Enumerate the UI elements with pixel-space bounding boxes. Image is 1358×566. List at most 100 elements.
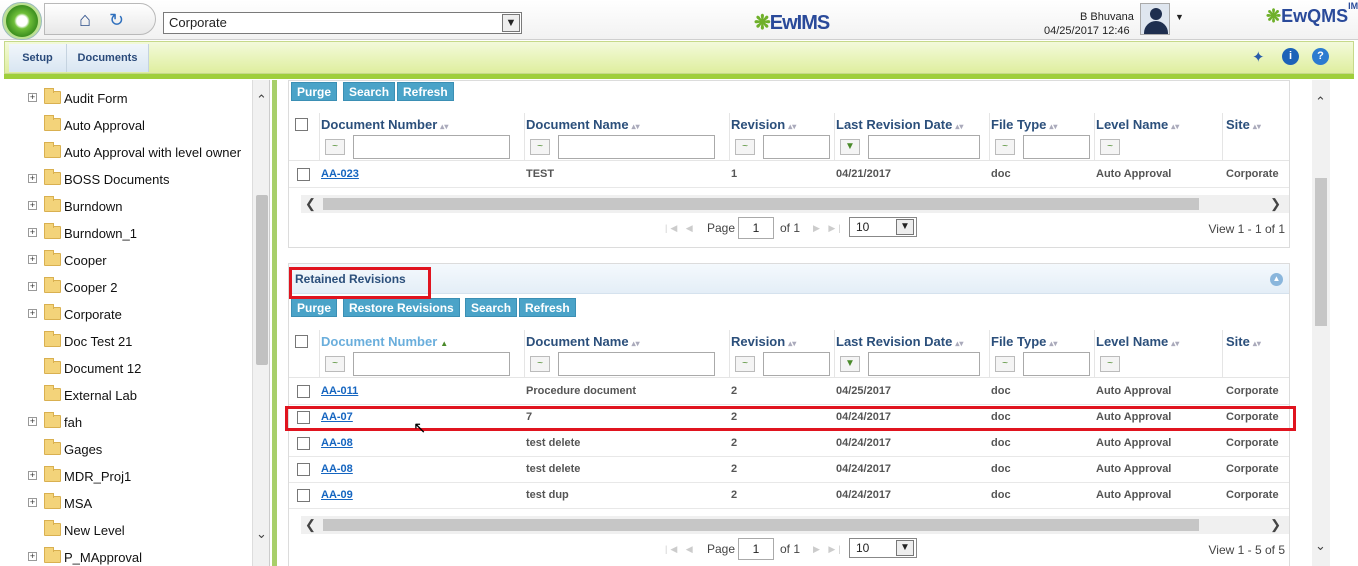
column-header[interactable]: Document Name ▴▾ bbox=[526, 334, 640, 349]
refresh-icon[interactable]: ↻ bbox=[109, 10, 124, 30]
sort-icon[interactable]: ▴▾ bbox=[632, 122, 640, 131]
scroll-down-icon[interactable]: ⌄ bbox=[256, 526, 267, 542]
column-header[interactable]: Site ▴▾ bbox=[1226, 117, 1261, 132]
sidebar-scrollbar[interactable]: ⌃ ⌄ bbox=[252, 80, 269, 566]
horizontal-scrollbar[interactable]: ❮ ❯ bbox=[301, 516, 1289, 534]
sidebar-scroll-thumb[interactable] bbox=[256, 195, 268, 365]
tree-item[interactable]: Document 12 bbox=[4, 357, 254, 384]
filter-input[interactable] bbox=[1023, 135, 1090, 159]
tree-item[interactable]: + MDR_Proj1 bbox=[4, 465, 254, 492]
next-last-page-icons[interactable]: ▶ ▶| bbox=[813, 544, 844, 555]
filter-operator-icon[interactable]: ~ bbox=[995, 139, 1015, 155]
sort-icon[interactable]: ▴▾ bbox=[1049, 339, 1057, 348]
expand-icon[interactable]: + bbox=[28, 309, 37, 318]
filter-input[interactable] bbox=[763, 135, 830, 159]
filter-operator-icon[interactable]: ~ bbox=[325, 356, 345, 372]
next-last-page-icons[interactable]: ▶ ▶| bbox=[813, 223, 844, 234]
filter-input[interactable] bbox=[868, 135, 980, 159]
scroll-thumb[interactable] bbox=[323, 198, 1199, 210]
refresh-button[interactable]: Refresh bbox=[397, 82, 454, 101]
page-size-select[interactable]: 10 ▼ bbox=[849, 217, 917, 237]
refresh-button[interactable]: Refresh bbox=[519, 298, 576, 317]
filter-operator-icon[interactable]: ▼ bbox=[840, 139, 860, 155]
expand-icon[interactable]: + bbox=[28, 228, 37, 237]
tree-item[interactable]: New Level bbox=[4, 519, 254, 546]
scroll-down-icon[interactable]: ⌄ bbox=[1315, 538, 1326, 554]
table-row[interactable]: AA-011 Procedure document 2 04/25/2017 doc Au… bbox=[289, 379, 1289, 405]
scroll-up-icon[interactable]: ⌃ bbox=[1315, 94, 1326, 110]
tree-item[interactable]: + Burndown_1 bbox=[4, 222, 254, 249]
sort-icon[interactable]: ▴▾ bbox=[1253, 122, 1261, 131]
expand-icon[interactable]: + bbox=[28, 498, 37, 507]
filter-operator-icon[interactable]: ~ bbox=[995, 356, 1015, 372]
page-input[interactable]: 1 bbox=[738, 538, 774, 560]
menu-documents[interactable]: Documents bbox=[67, 44, 149, 72]
filter-input[interactable] bbox=[353, 135, 510, 159]
column-header[interactable]: File Type ▴▾ bbox=[991, 117, 1057, 132]
row-checkbox[interactable] bbox=[297, 168, 310, 181]
scroll-left-icon[interactable]: ❮ bbox=[305, 517, 316, 533]
expand-icon[interactable]: + bbox=[28, 201, 37, 210]
info-icon[interactable]: i bbox=[1282, 48, 1299, 65]
table-row[interactable]: AA-023 TEST 1 04/21/2017 doc Auto Approval Cor… bbox=[289, 162, 1289, 188]
scroll-right-icon[interactable]: ❯ bbox=[1270, 196, 1281, 212]
purge-button[interactable]: Purge bbox=[291, 298, 338, 317]
column-header[interactable]: Revision ▴▾ bbox=[731, 334, 796, 349]
sort-icon[interactable]: ▴▾ bbox=[788, 122, 796, 131]
tree-item[interactable]: + Burndown bbox=[4, 195, 254, 222]
tree-item[interactable]: Doc Test 21 bbox=[4, 330, 254, 357]
splitter[interactable] bbox=[272, 80, 277, 566]
restore-revisions-button[interactable]: Restore Revisions bbox=[343, 298, 460, 317]
filter-input[interactable] bbox=[558, 352, 715, 376]
filter-operator-icon[interactable]: ▼ bbox=[840, 356, 860, 372]
scroll-left-icon[interactable]: ❮ bbox=[305, 196, 316, 212]
filter-operator-icon[interactable]: ~ bbox=[735, 356, 755, 372]
tree-item[interactable]: + Audit Form bbox=[4, 87, 254, 114]
first-prev-page-icons[interactable]: |◀ ◀ bbox=[665, 223, 696, 234]
filter-input[interactable] bbox=[1023, 352, 1090, 376]
menu-setup[interactable]: Setup bbox=[9, 44, 67, 72]
expand-icon[interactable]: + bbox=[28, 255, 37, 264]
page-input[interactable]: 1 bbox=[738, 217, 774, 239]
chevron-down-icon[interactable]: ▼ bbox=[896, 540, 914, 556]
column-header[interactable]: Site ▴▾ bbox=[1226, 334, 1261, 349]
expand-icon[interactable]: + bbox=[28, 282, 37, 291]
home-icon[interactable]: ⌂ bbox=[79, 10, 91, 30]
filter-operator-icon[interactable]: ~ bbox=[325, 139, 345, 155]
select-all-checkbox[interactable] bbox=[295, 118, 308, 131]
document-number-link[interactable]: AA-023 bbox=[321, 168, 359, 180]
first-prev-page-icons[interactable]: |◀ ◀ bbox=[665, 544, 696, 555]
scroll-right-icon[interactable]: ❯ bbox=[1270, 517, 1281, 533]
chevron-down-icon[interactable]: ▼ bbox=[502, 14, 520, 32]
row-checkbox[interactable] bbox=[297, 385, 310, 398]
sort-icon[interactable]: ▴▾ bbox=[440, 122, 448, 131]
expand-icon[interactable]: + bbox=[28, 552, 37, 561]
filter-operator-icon[interactable]: ~ bbox=[530, 139, 550, 155]
column-header[interactable]: Document Name ▴▾ bbox=[526, 117, 640, 132]
filter-operator-icon[interactable]: ~ bbox=[735, 139, 755, 155]
row-checkbox[interactable] bbox=[297, 463, 310, 476]
tree-item[interactable]: Auto Approval bbox=[4, 114, 254, 141]
collapse-icon[interactable]: ▲ bbox=[1270, 273, 1283, 286]
filter-input[interactable] bbox=[353, 352, 510, 376]
sort-icon[interactable]: ▴▾ bbox=[1171, 339, 1179, 348]
sort-icon[interactable]: ▴▾ bbox=[1253, 339, 1261, 348]
expand-icon[interactable]: + bbox=[28, 471, 37, 480]
expand-icon[interactable]: + bbox=[28, 93, 37, 102]
table-row[interactable]: AA-08 test delete 2 04/24/2017 doc Auto Appro… bbox=[289, 431, 1289, 457]
column-header[interactable]: Last Revision Date ▴▾ bbox=[836, 117, 963, 132]
column-header[interactable]: File Type ▴▾ bbox=[991, 334, 1057, 349]
row-checkbox[interactable] bbox=[297, 437, 310, 450]
column-header[interactable]: Level Name ▴▾ bbox=[1096, 334, 1179, 349]
column-header[interactable]: Last Revision Date ▴▾ bbox=[836, 334, 963, 349]
tree-item[interactable]: Auto Approval with level owner bbox=[4, 141, 254, 168]
sort-icon[interactable]: ▴▾ bbox=[1049, 122, 1057, 131]
search-button[interactable]: Search bbox=[343, 82, 396, 101]
column-header[interactable]: Document Number ▴▾ bbox=[321, 117, 448, 132]
tree-item[interactable]: External Lab bbox=[4, 384, 254, 411]
main-scrollbar[interactable]: ⌃ ⌄ bbox=[1312, 80, 1330, 566]
scroll-up-icon[interactable]: ⌃ bbox=[256, 92, 267, 108]
filter-operator-icon[interactable]: ~ bbox=[1100, 139, 1120, 155]
help-icon[interactable]: ? bbox=[1312, 48, 1329, 65]
document-number-link[interactable]: AA-09 bbox=[321, 489, 353, 501]
